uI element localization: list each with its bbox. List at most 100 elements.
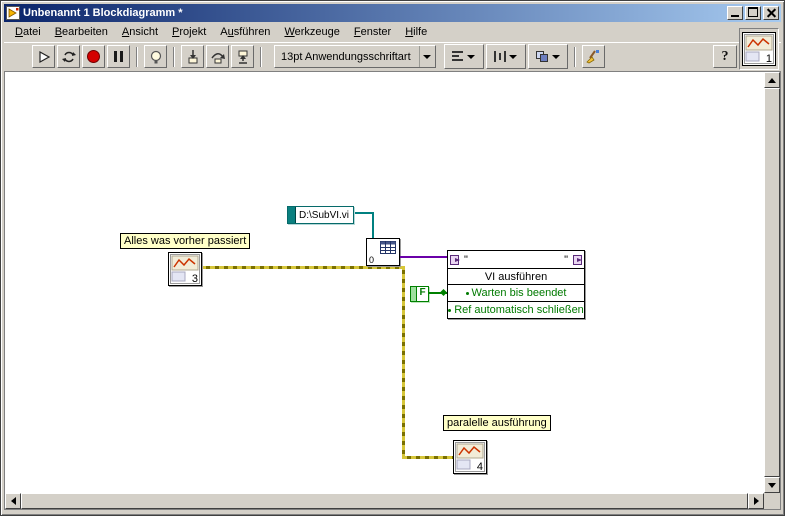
- horizontal-scrollbar[interactable]: [5, 493, 764, 509]
- menu-item-ausfhren[interactable]: Ausführen: [213, 24, 277, 40]
- scrollbar-corner: [764, 493, 780, 509]
- boolean-value: F: [419, 287, 426, 298]
- subvi-3-icon[interactable]: 3: [168, 252, 202, 286]
- titlebar[interactable]: Unbenannt 1 Blockdiagramm *: [4, 4, 781, 22]
- font-selector-value: 13pt Anwendungsschriftart: [281, 50, 411, 63]
- diagram-client-area: Alles was vorher passiert 3 D:\SubVI.vi: [4, 71, 781, 510]
- error-wire-segment-v[interactable]: [402, 266, 405, 459]
- vi-refnum-out-icon: [573, 254, 582, 265]
- vi-thumbnail-icon: 1: [742, 32, 776, 66]
- open-vi-options-value: 0: [369, 255, 375, 265]
- path-constant[interactable]: D:\SubVI.vi: [287, 206, 355, 224]
- invoke-method-name[interactable]: VI ausführen: [448, 269, 584, 285]
- run-continuous-icon: [61, 51, 76, 62]
- close-icon: [767, 8, 776, 17]
- scroll-right-button[interactable]: [748, 493, 764, 509]
- vi-icon-number: 3: [191, 273, 198, 285]
- scroll-down-button[interactable]: [764, 477, 780, 493]
- chevron-down-icon: [551, 54, 560, 59]
- path-wire-segment-v[interactable]: [372, 212, 374, 238]
- highlight-execution-button[interactable]: [144, 45, 167, 68]
- cleanup-diagram-button[interactable]: [581, 45, 605, 68]
- terminal-diamond-icon: [439, 288, 448, 297]
- toolbar-separator: [173, 46, 175, 67]
- toolbar-separator: [136, 46, 138, 67]
- arrow-left-icon: [10, 497, 16, 505]
- invoke-param-wait-until-done[interactable]: Warten bis beendet: [448, 285, 584, 302]
- chevron-down-icon: [418, 46, 435, 67]
- arrow-up-icon: [768, 77, 776, 83]
- subvi-4-icon[interactable]: 4: [453, 440, 487, 474]
- pause-button[interactable]: [107, 45, 130, 68]
- menubar: Datei Bearbeiten Ansicht Projekt Ausführen We…: [4, 22, 781, 42]
- step-over-icon: [210, 52, 225, 63]
- scroll-up-button[interactable]: [764, 72, 780, 88]
- vi-icon-number: 4: [476, 461, 483, 473]
- chevron-down-icon: [467, 54, 476, 59]
- menu-item-hilfe[interactable]: Hilfe: [398, 24, 434, 40]
- path-icon: [288, 207, 296, 223]
- error-wire-segment-h1[interactable]: [201, 266, 405, 269]
- open-vi-reference-node[interactable]: 0: [366, 238, 400, 266]
- arrow-down-icon: [768, 482, 776, 488]
- menu-item-fenster[interactable]: Fenster: [347, 24, 398, 40]
- distribute-objects-dropdown[interactable]: [485, 44, 526, 69]
- menu-item-datei[interactable]: Datei: [8, 24, 48, 40]
- step-into-icon: [188, 49, 197, 63]
- maximize-button[interactable]: [745, 6, 761, 20]
- abort-icon: [87, 50, 100, 63]
- menu-item-projekt[interactable]: Projekt: [165, 24, 213, 40]
- step-out-icon: [238, 50, 247, 64]
- vertical-scrollbar[interactable]: [764, 72, 780, 493]
- abort-button[interactable]: [82, 45, 105, 68]
- error-wire-segment-h2[interactable]: [402, 456, 453, 459]
- toolbar: 13pt Anwendungsschriftart ?: [4, 42, 781, 71]
- vi-reference-wire[interactable]: [400, 256, 447, 258]
- free-label-parallel[interactable]: paralelle ausführung: [443, 415, 551, 431]
- refname-quote-close: ": [564, 253, 568, 266]
- invoke-reference-row[interactable]: " ": [448, 251, 584, 269]
- close-button[interactable]: [763, 6, 779, 20]
- maximize-icon: [748, 7, 758, 17]
- align-objects-dropdown[interactable]: [443, 44, 484, 69]
- invoke-param-auto-dispose-ref[interactable]: Ref automatisch schließen: [448, 302, 584, 318]
- arrow-right-icon: [753, 497, 759, 505]
- chevron-down-icon: [509, 54, 518, 59]
- vertical-scroll-thumb[interactable]: [764, 88, 780, 477]
- horizontal-scroll-thumb[interactable]: [21, 493, 748, 509]
- window-controls: [727, 6, 779, 20]
- vi-refnum-in-icon: [450, 254, 460, 265]
- vi-icon-number: 1: [765, 53, 772, 65]
- menu-item-werkzeuge[interactable]: Werkzeuge: [277, 24, 346, 40]
- menu-item-ansicht[interactable]: Ansicht: [115, 24, 165, 40]
- invoke-node[interactable]: " " VI ausführen Warten bis beendet Ref …: [447, 250, 585, 319]
- step-over-button[interactable]: [206, 45, 229, 68]
- reorder-objects-dropdown[interactable]: [527, 44, 568, 69]
- toolbar-separator: [573, 46, 576, 67]
- minimize-button[interactable]: [727, 6, 743, 20]
- step-into-button[interactable]: [181, 45, 204, 68]
- toolbar-separator: [260, 46, 262, 67]
- invoke-param-label: Ref automatisch schließen: [454, 304, 584, 316]
- vi-icon-panel[interactable]: 1: [739, 28, 779, 70]
- cleanup-diagram-icon: [586, 49, 600, 63]
- param-marker-icon: [448, 308, 452, 312]
- lightbulb-icon: [150, 50, 161, 63]
- labview-window: Unbenannt 1 Blockdiagramm * Datei Bearbei…: [0, 0, 785, 516]
- invoke-param-label: Warten bis beendet: [471, 287, 567, 299]
- distribute-objects-icon: [494, 51, 507, 62]
- false-constant[interactable]: F: [410, 286, 429, 302]
- block-diagram-canvas[interactable]: Alles was vorher passiert 3 D:\SubVI.vi: [5, 72, 764, 493]
- font-selector[interactable]: 13pt Anwendungsschriftart: [274, 45, 436, 68]
- reorder-objects-icon: [535, 50, 548, 62]
- refname-quote-open: ": [464, 253, 468, 266]
- step-out-button[interactable]: [231, 45, 254, 68]
- run-arrow-icon: [38, 50, 50, 63]
- help-button[interactable]: ?: [713, 45, 737, 68]
- scroll-left-button[interactable]: [5, 493, 21, 509]
- free-label-before[interactable]: Alles was vorher passiert: [120, 233, 251, 249]
- run-button[interactable]: [32, 45, 55, 68]
- run-continuous-button[interactable]: [57, 45, 80, 68]
- labview-app-icon[interactable]: [6, 6, 20, 20]
- menu-item-bearbeiten[interactable]: Bearbeiten: [48, 24, 115, 40]
